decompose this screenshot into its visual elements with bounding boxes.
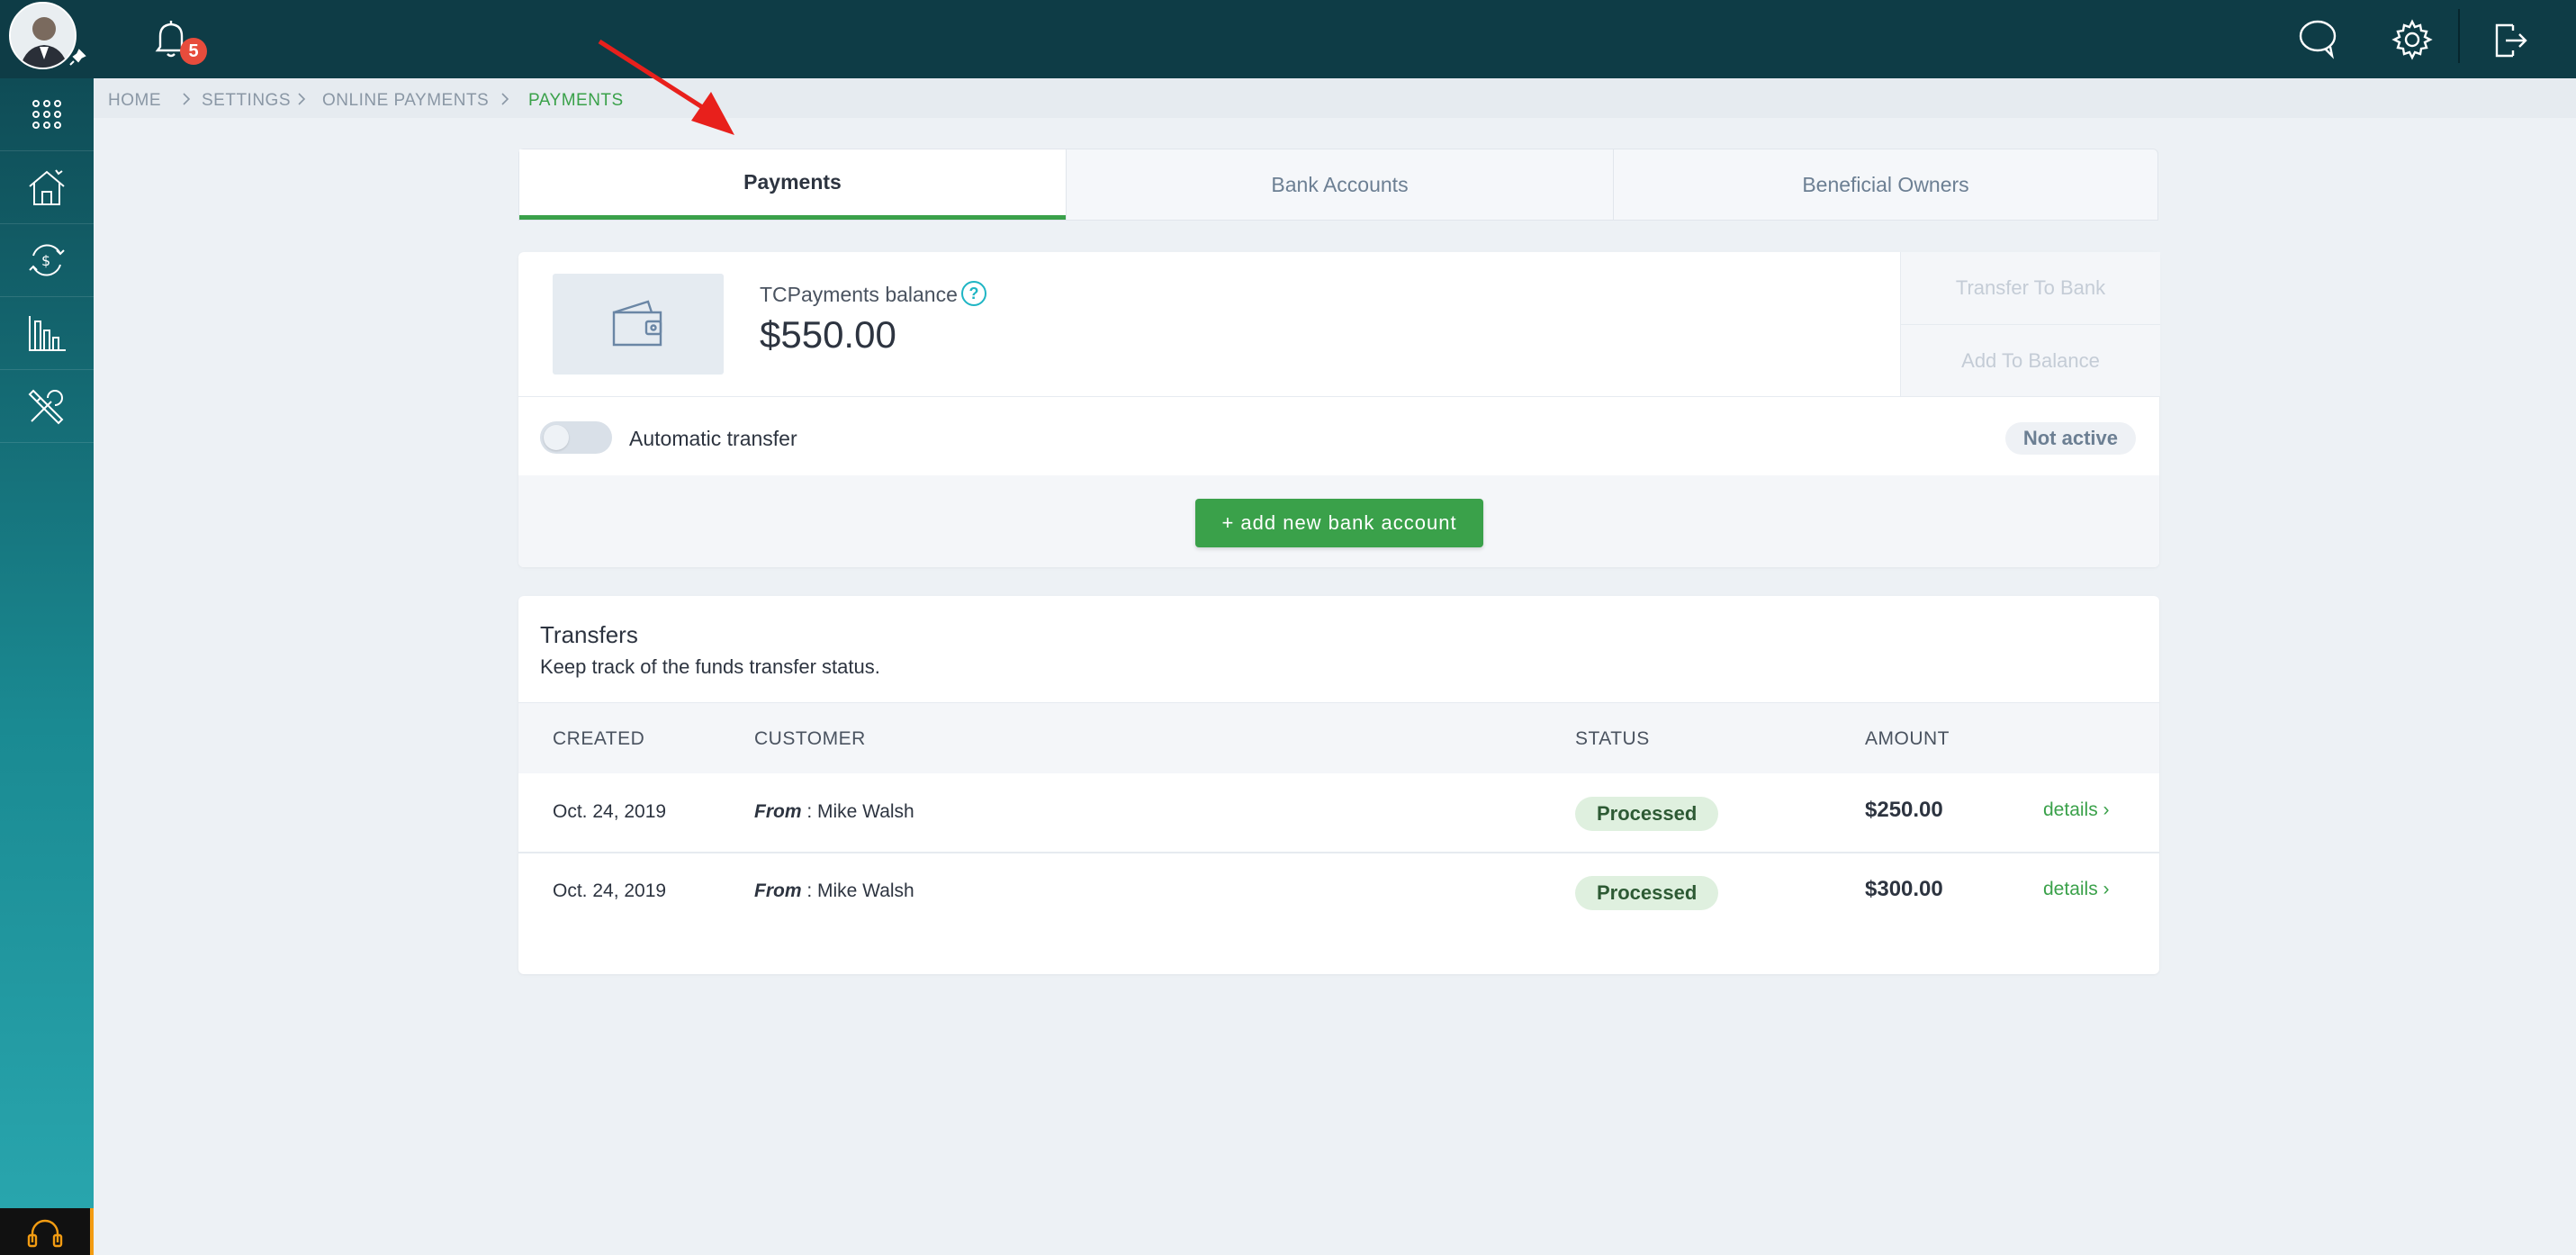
transfers-title: Transfers: [540, 621, 638, 648]
automatic-transfer-toggle[interactable]: [540, 421, 612, 454]
balance-amount: $550.00: [760, 313, 896, 356]
tab-bar: Payments Bank Accounts Beneficial Owners: [518, 149, 2158, 221]
wallet-thumbnail: [553, 274, 724, 375]
sidebar-item-tools[interactable]: [0, 370, 94, 442]
add-bank-account-button[interactable]: + add new bank account: [1195, 499, 1483, 547]
chevron-right-icon: [297, 93, 306, 105]
svg-text:$: $: [41, 252, 50, 269]
tab-bank-accounts[interactable]: Bank Accounts: [1067, 149, 1613, 220]
cell-created: Oct. 24, 2019: [553, 801, 667, 822]
details-link[interactable]: details ›: [2043, 799, 2110, 821]
chevron-right-icon: [500, 93, 509, 105]
status-badge: Not active: [2004, 422, 2136, 455]
column-customer: CUSTOMER: [754, 728, 866, 749]
breadcrumb-online-payments[interactable]: ONLINE PAYMENTS: [322, 91, 489, 111]
notification-badge: 5: [180, 38, 207, 65]
sidebar-divider: [0, 442, 94, 443]
top-bar: 5: [0, 0, 2576, 78]
tools-icon: [26, 385, 68, 427]
help-icon[interactable]: ?: [961, 281, 986, 306]
table-header: CREATED CUSTOMER STATUS AMOUNT: [518, 702, 2159, 773]
table-row: Oct. 24, 2019 From : Mike Walsh Processe…: [518, 772, 2159, 853]
wallet-icon: [608, 298, 668, 350]
chat-icon[interactable]: [2294, 16, 2341, 63]
tab-beneficial-owners[interactable]: Beneficial Owners: [1614, 149, 2157, 220]
details-link[interactable]: details ›: [2043, 879, 2110, 900]
status-badge: Processed: [1575, 876, 1719, 910]
cell-amount: $300.00: [1865, 877, 1943, 901]
cell-customer: From : Mike Walsh: [754, 801, 914, 823]
transfers-card: Transfers Keep track of the funds transf…: [518, 596, 2159, 974]
add-bank-strip: + add new bank account: [518, 475, 2159, 567]
tab-payments[interactable]: Payments: [519, 149, 1066, 220]
balance-actions: Transfer To Bank Add To Balance: [1900, 252, 2160, 396]
sidebar: $: [0, 78, 94, 1255]
annotation-arrow: [598, 39, 734, 135]
avatar[interactable]: [9, 2, 77, 69]
automatic-transfer-label: Automatic transfer: [629, 427, 797, 450]
bar-chart-icon: [26, 312, 68, 354]
support-button[interactable]: [0, 1208, 94, 1255]
sidebar-item-home[interactable]: [0, 151, 94, 223]
balance-label: TCPayments balance: [760, 283, 958, 306]
add-to-balance-button[interactable]: Add To Balance: [1901, 325, 2160, 397]
status-badge: Processed: [1575, 797, 1719, 831]
column-amount: AMOUNT: [1865, 728, 1950, 749]
from-label: From: [754, 880, 802, 901]
card-divider: [518, 396, 2159, 397]
pin-icon[interactable]: [68, 49, 86, 67]
gear-icon[interactable]: [2389, 16, 2436, 63]
headset-icon: [25, 1215, 65, 1248]
chevron-right-icon: [182, 93, 191, 105]
from-label: From: [754, 801, 802, 822]
apps-grid-icon: [31, 98, 63, 131]
transfers-subtitle: Keep track of the funds transfer status.: [540, 655, 880, 678]
column-created: CREATED: [553, 728, 645, 749]
logout-icon[interactable]: [2486, 16, 2533, 63]
money-cycle-icon: $: [26, 239, 68, 281]
toggle-knob: [544, 425, 569, 450]
breadcrumb: HOME SETTINGS ONLINE PAYMENTS PAYMENTS: [94, 78, 2576, 118]
table-row: Oct. 24, 2019 From : Mike Walsh Processe…: [518, 853, 2159, 933]
breadcrumb-settings[interactable]: SETTINGS: [202, 91, 291, 111]
sidebar-item-apps[interactable]: [0, 78, 94, 150]
cell-amount: $250.00: [1865, 798, 1943, 822]
home-icon: [26, 167, 68, 208]
top-divider: [2458, 9, 2460, 63]
customer-name: : Mike Walsh: [801, 801, 914, 822]
transfer-to-bank-button[interactable]: Transfer To Bank: [1901, 252, 2160, 324]
customer-name: : Mike Walsh: [801, 880, 914, 901]
column-status: STATUS: [1575, 728, 1650, 749]
cell-created: Oct. 24, 2019: [553, 880, 667, 901]
cell-customer: From : Mike Walsh: [754, 880, 914, 902]
sidebar-item-reports[interactable]: [0, 297, 94, 369]
sidebar-item-payments[interactable]: $: [0, 224, 94, 296]
balance-card: TCPayments balance ? $550.00 Transfer To…: [518, 252, 2160, 567]
breadcrumb-home[interactable]: HOME: [108, 91, 161, 111]
